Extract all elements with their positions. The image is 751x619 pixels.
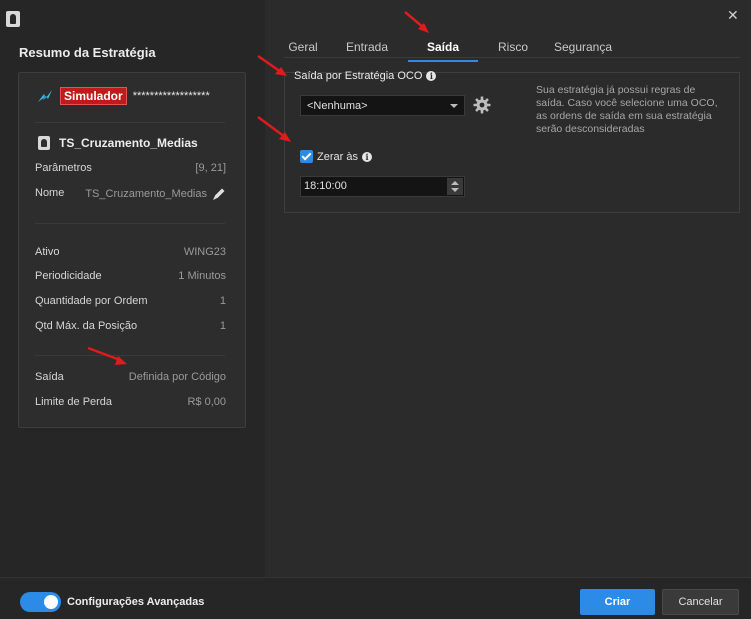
- detail-row-ativo: Ativo WING23: [35, 246, 226, 258]
- account-row: Simulador ******************: [38, 87, 233, 105]
- tab-divider: [284, 57, 740, 58]
- summary-title: Resumo da Estratégia: [19, 45, 156, 60]
- exit-value: R$ 0,00: [187, 396, 226, 408]
- edit-pencil-icon[interactable]: [212, 187, 226, 201]
- gear-icon[interactable]: [473, 96, 491, 114]
- zerar-option: Zerar às i: [300, 150, 372, 163]
- simulator-badge: Simulador: [60, 87, 127, 105]
- spin-up-icon[interactable]: [451, 181, 459, 185]
- strategy-name: TS_Cruzamento_Medias: [38, 136, 198, 150]
- annotation-arrow-icon: [404, 11, 429, 33]
- tab-seguranca[interactable]: Segurança: [548, 36, 618, 62]
- detail-label: Ativo: [35, 246, 60, 258]
- divider: [35, 223, 225, 224]
- annotation-arrow-icon: [257, 54, 287, 76]
- detail-label: Periodicidade: [35, 270, 102, 282]
- detail-row-qtd-max: Qtd Máx. da Posição 1: [35, 320, 226, 332]
- create-button[interactable]: Criar: [580, 589, 655, 615]
- detail-value: WING23: [183, 246, 226, 258]
- oco-strategy-select[interactable]: <Nenhuma>: [300, 95, 465, 116]
- zerar-checkbox[interactable]: [300, 150, 313, 163]
- oco-group-title: Saída por Estratégia OCO i: [294, 70, 437, 82]
- detail-row-periodicidade: Periodicidade 1 Minutos: [35, 270, 226, 282]
- param-value: [9, 21]: [195, 162, 226, 174]
- param-value-wrap: TS_Cruzamento_Medias: [85, 187, 226, 201]
- zerar-time-value: 18:10:00: [304, 180, 347, 192]
- param-label: Parâmetros: [35, 162, 92, 174]
- strategy-name-text: TS_Cruzamento_Medias: [59, 136, 198, 150]
- summary-card: Simulador ****************** TS_Cruzamen…: [18, 72, 246, 428]
- chevron-down-icon: [450, 103, 458, 108]
- tab-risco[interactable]: Risco: [478, 36, 548, 62]
- broker-logo-icon: [38, 90, 52, 102]
- zerar-time-input[interactable]: 18:10:00: [300, 176, 465, 197]
- exit-label: Limite de Perda: [35, 396, 113, 408]
- time-spinner[interactable]: [447, 178, 463, 195]
- spin-down-icon[interactable]: [451, 188, 459, 192]
- detail-label: Qtd Máx. da Posição: [35, 320, 138, 332]
- detail-row-quantidade: Quantidade por Ordem 1: [35, 295, 226, 307]
- exit-label: Saída: [35, 371, 64, 383]
- detail-label: Quantidade por Ordem: [35, 295, 148, 307]
- zerar-label: Zerar às: [317, 150, 358, 163]
- param-row-nome: Nome TS_Cruzamento_Medias: [35, 187, 226, 201]
- advanced-settings-toggle[interactable]: [20, 592, 61, 612]
- detail-value: 1: [219, 320, 226, 332]
- info-icon[interactable]: i: [426, 71, 437, 81]
- advanced-settings-label: Configurações Avançadas: [67, 596, 205, 608]
- exit-value: Definida por Código: [128, 371, 226, 383]
- tab-entrada[interactable]: Entrada: [326, 36, 408, 62]
- exit-row-saida: Saída Definida por Código: [35, 371, 226, 383]
- app-logo-icon: [6, 11, 20, 27]
- exit-row-limite: Limite de Perda R$ 0,00: [35, 396, 226, 408]
- oco-select-value: <Nenhuma>: [307, 99, 368, 112]
- info-icon[interactable]: i: [361, 151, 372, 162]
- annotation-arrow-icon: [87, 346, 127, 365]
- tab-saida[interactable]: Saída: [408, 36, 478, 62]
- detail-value: 1 Minutos: [178, 270, 226, 282]
- divider: [35, 355, 225, 356]
- param-row-parametros: Parâmetros [9, 21]: [35, 162, 226, 174]
- cancel-button[interactable]: Cancelar: [662, 589, 739, 615]
- param-value: TS_Cruzamento_Medias: [85, 188, 207, 200]
- annotation-arrow-icon: [257, 115, 291, 142]
- oco-title-text: Saída por Estratégia OCO: [294, 70, 423, 82]
- strategy-icon: [38, 136, 50, 150]
- detail-value: 1: [219, 295, 226, 307]
- close-icon[interactable]: ✕: [727, 7, 739, 24]
- oco-note: Sua estratégia já possui regras de saída…: [536, 84, 718, 135]
- tab-bar: Geral Entrada Saída Risco Segurança: [280, 36, 618, 62]
- param-label: Nome: [35, 187, 65, 199]
- account-id: ******************: [132, 90, 210, 102]
- divider: [35, 122, 225, 123]
